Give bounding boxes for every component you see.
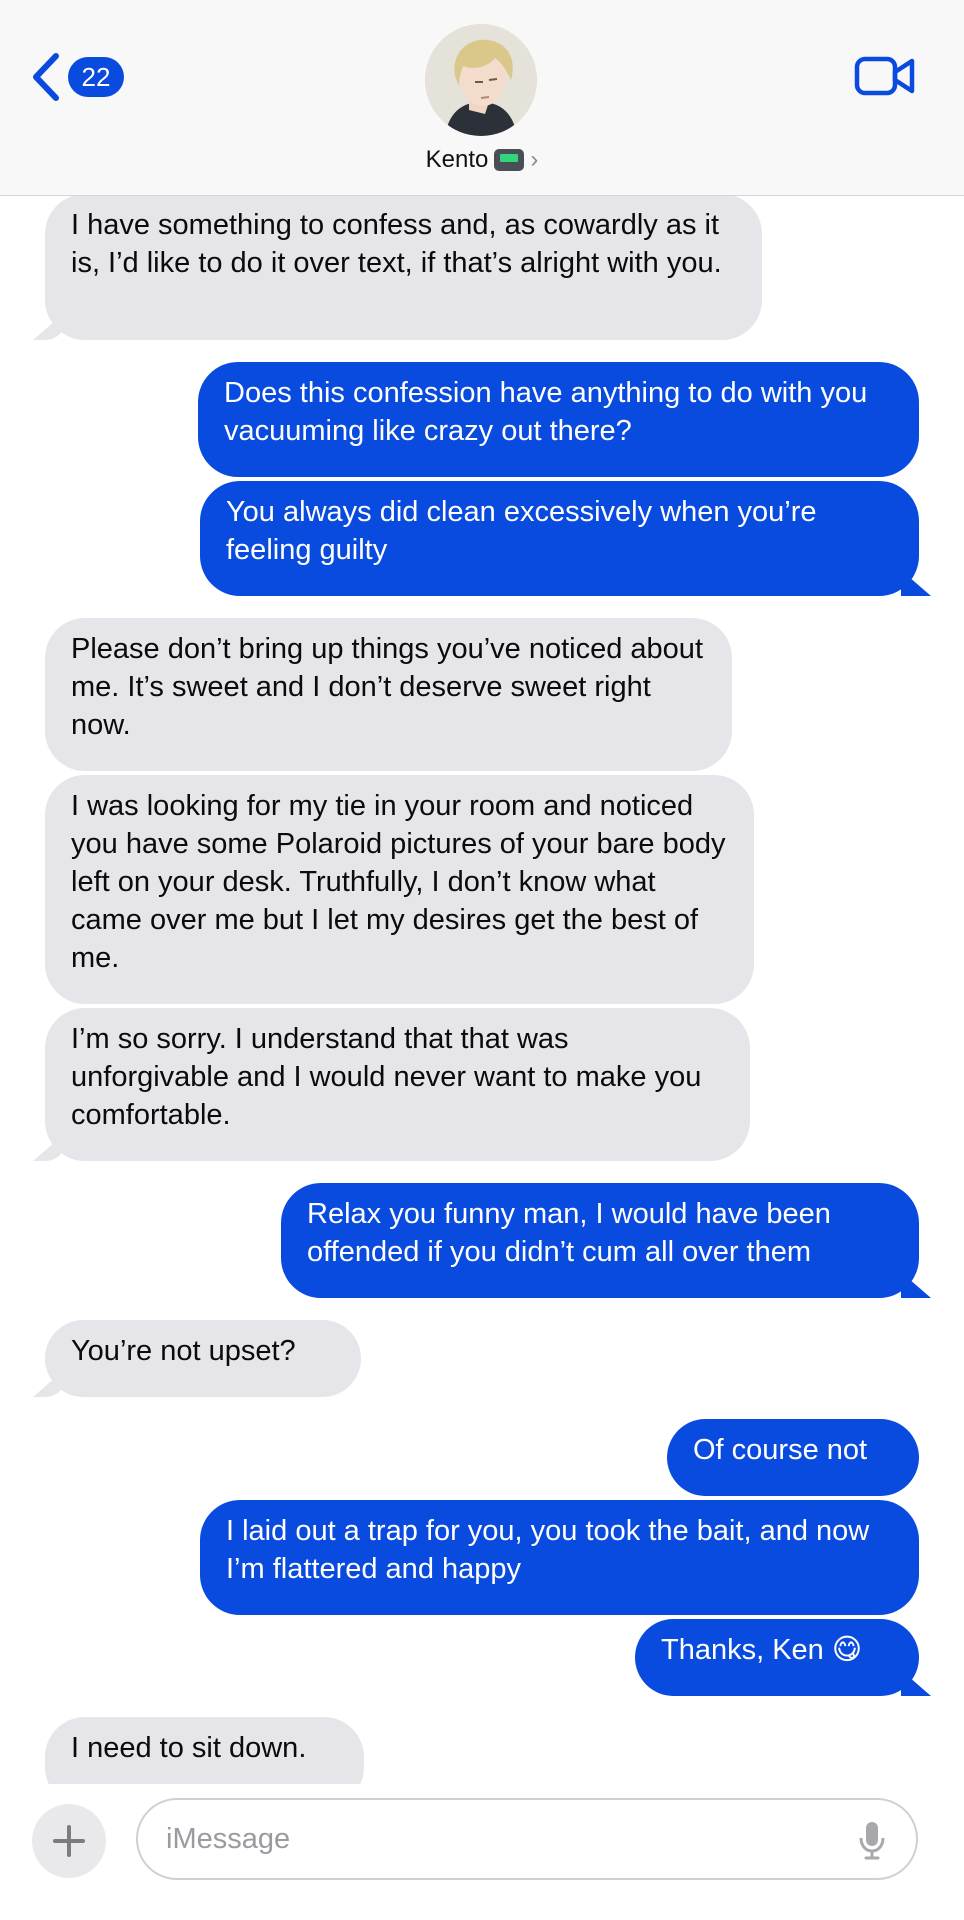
plus-icon: [53, 1825, 85, 1857]
message-outgoing[interactable]: Of course not: [667, 1419, 919, 1496]
message-outgoing[interactable]: Does this confession have anything to do…: [198, 362, 919, 477]
pager-icon: [494, 149, 525, 171]
chevron-right-icon: ›: [530, 146, 539, 173]
message-incoming[interactable]: Please don’t bring up things you’ve noti…: [45, 618, 732, 771]
message-incoming[interactable]: You’re not upset?: [45, 1320, 361, 1397]
message-text: I was looking for my tie in your room an…: [71, 790, 726, 974]
dictation-button[interactable]: [858, 1820, 886, 1868]
message-outgoing[interactable]: Relax you funny man, I would have been o…: [281, 1183, 919, 1298]
message-text: Thanks, Ken 😋: [661, 1634, 863, 1666]
message-input[interactable]: iMessage: [136, 1798, 918, 1880]
message-text: I laid out a trap for you, you took the …: [226, 1515, 870, 1585]
message-text: I’m so sorry. I understand that that was…: [71, 1023, 702, 1131]
avatar[interactable]: [425, 24, 537, 136]
message-text: You always did clean excessively when yo…: [226, 496, 817, 566]
message-text: Does this confession have anything to do…: [224, 377, 868, 447]
message-text: Please don’t bring up things you’ve noti…: [71, 633, 703, 741]
composer-bar: iMessage: [0, 1784, 964, 1920]
message-incoming[interactable]: I was looking for my tie in your room an…: [45, 775, 754, 1004]
back-button[interactable]: 22: [30, 50, 124, 104]
message-text: I have something to confess and, as cowa…: [71, 209, 722, 279]
back-chevron-icon: [33, 53, 59, 101]
message-outgoing[interactable]: I laid out a trap for you, you took the …: [200, 1500, 919, 1615]
message-outgoing[interactable]: Thanks, Ken 😋: [635, 1619, 919, 1696]
facetime-video-button[interactable]: [854, 54, 916, 103]
message-input-placeholder: iMessage: [166, 1822, 291, 1855]
message-text: Of course not: [693, 1434, 868, 1466]
microphone-icon: [859, 1822, 885, 1860]
message-incoming[interactable]: I have something to confess and, as cowa…: [45, 194, 762, 340]
message-thread[interactable]: I have something to confess and, as cowa…: [0, 0, 964, 1784]
unread-count-badge: 22: [68, 57, 124, 97]
video-camera-icon: [854, 56, 915, 96]
contact-name-button[interactable]: Kento ›: [0, 146, 964, 174]
message-outgoing[interactable]: You always did clean excessively when yo…: [200, 481, 919, 596]
message-text: Relax you funny man, I would have been o…: [307, 1198, 831, 1268]
message-incoming[interactable]: I need to sit down.: [45, 1717, 364, 1784]
message-text: I need to sit down.: [71, 1732, 307, 1764]
contact-portrait: [425, 24, 537, 136]
contact-name: Kento: [425, 146, 489, 173]
message-text: You’re not upset?: [71, 1335, 296, 1367]
apps-plus-button[interactable]: [32, 1804, 106, 1878]
message-incoming[interactable]: I’m so sorry. I understand that that was…: [45, 1008, 750, 1161]
conversation-header: 22 Kento ›: [0, 0, 964, 196]
